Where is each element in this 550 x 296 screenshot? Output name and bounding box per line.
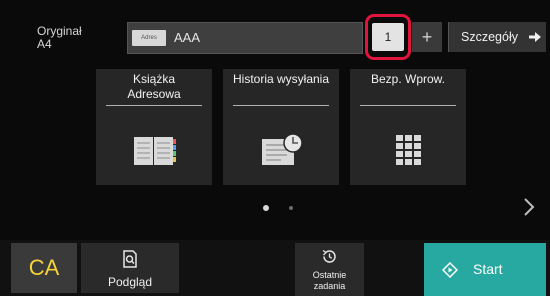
arrow-right-icon <box>529 32 541 42</box>
preview-button[interactable]: Podgląd <box>81 243 179 293</box>
card-title: Bezp. Wprow. <box>370 72 446 86</box>
card-title: Historia wysyłania <box>232 72 330 86</box>
keypad-icon <box>396 135 421 165</box>
card-divider <box>106 105 202 106</box>
preview-label: Podgląd <box>107 275 153 289</box>
details-button[interactable]: Szczegóły <box>448 22 546 52</box>
address-book-icon <box>134 137 176 165</box>
card-title-line1: Książka <box>132 72 176 86</box>
add-destination-button[interactable]: + <box>412 22 442 52</box>
copies-count-button[interactable]: 1 <box>365 14 411 60</box>
recent-jobs-label-line2: zadania <box>313 281 346 291</box>
destination-value: AAA <box>174 30 201 45</box>
address-book-card[interactable]: Książka Adresowa <box>96 69 212 185</box>
original-label: Oryginał <box>37 24 82 38</box>
page-indicator-inactive[interactable] <box>289 206 293 210</box>
recent-jobs-button[interactable]: Ostatnie zadania <box>295 243 364 296</box>
destination-field[interactable]: Adres AAA <box>127 22 363 54</box>
details-label: Szczegóły <box>461 30 518 44</box>
send-history-icon <box>262 133 303 165</box>
clear-all-button[interactable]: CA <box>11 243 77 293</box>
card-divider <box>360 105 456 106</box>
history-icon <box>322 249 336 263</box>
address-tag: Adres <box>132 30 166 46</box>
start-label: Start <box>473 261 503 277</box>
start-button[interactable]: Start <box>424 243 546 296</box>
card-title-line2: Adresowa <box>127 87 181 101</box>
card-divider <box>233 105 329 106</box>
chevron-right-icon[interactable] <box>522 196 536 218</box>
start-diamond-icon <box>442 262 458 278</box>
preview-icon <box>123 250 137 268</box>
copies-count: 1 <box>372 23 404 51</box>
send-history-card[interactable]: Historia wysyłania <box>223 69 339 185</box>
original-size: A4 <box>37 37 52 51</box>
direct-entry-card[interactable]: Bezp. Wprow. <box>350 69 466 185</box>
page-indicator-active <box>263 205 269 211</box>
recent-jobs-label-line1: Ostatnie <box>312 270 347 280</box>
